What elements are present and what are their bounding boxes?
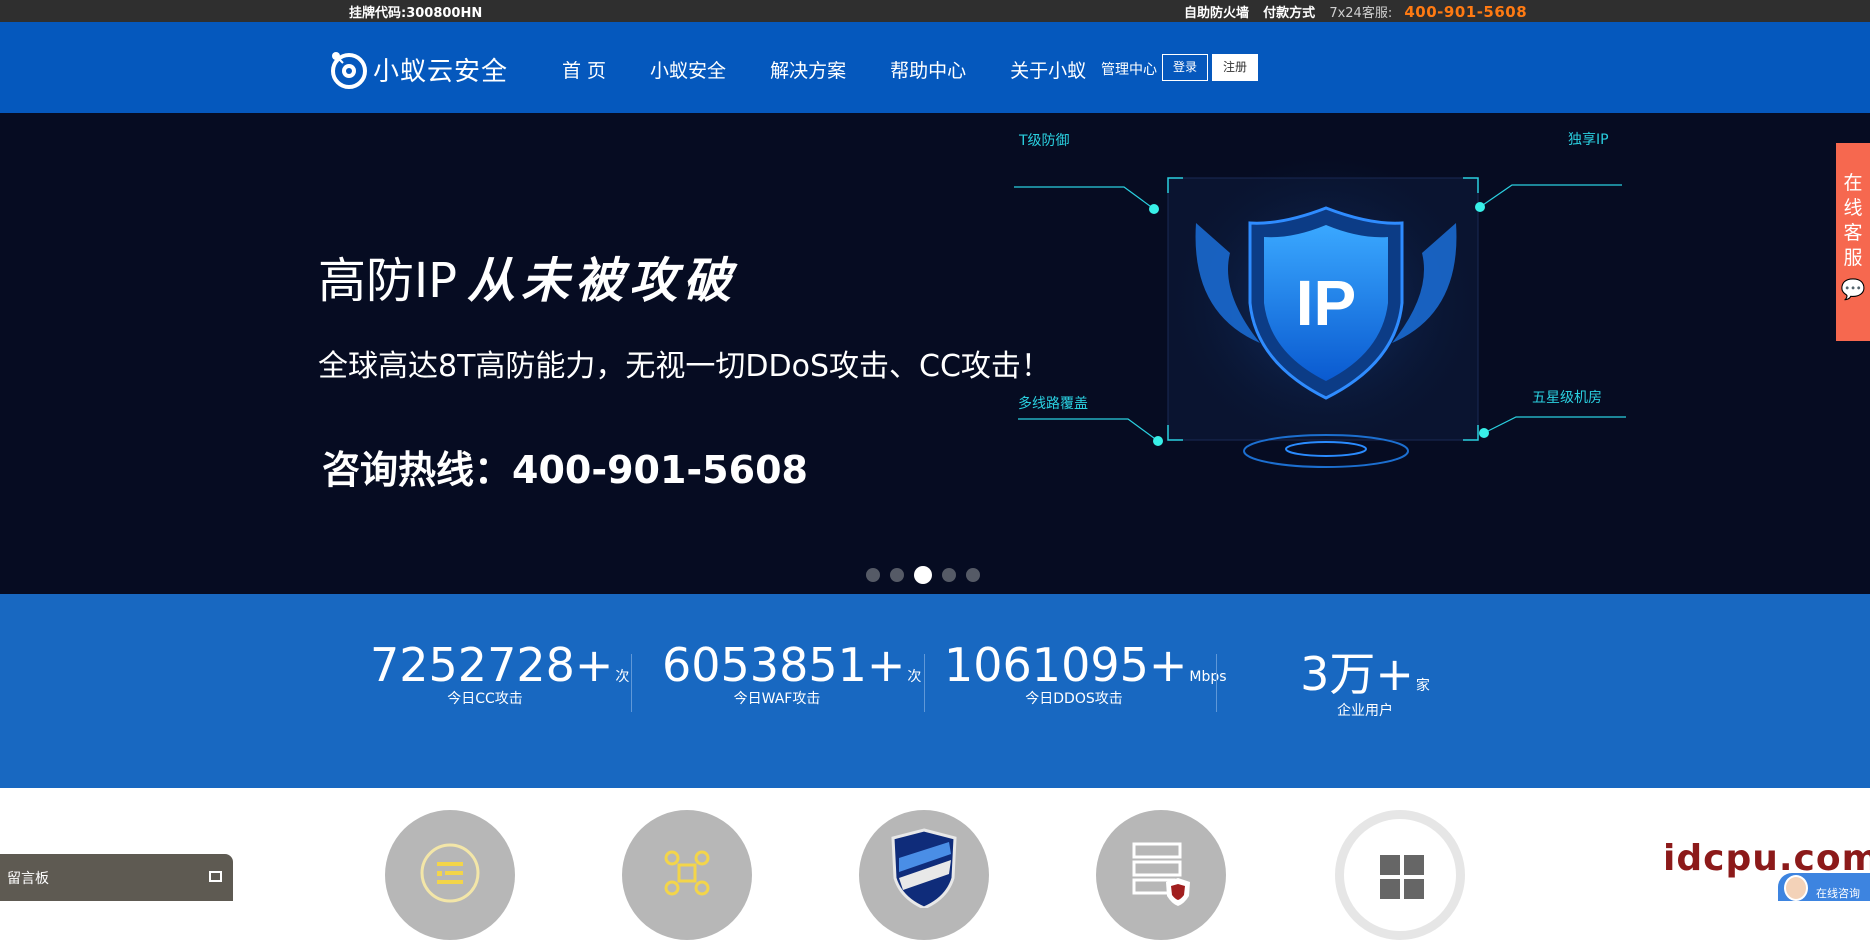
stat-ddos: 1061095+ Mbps 今日DDOS攻击 bbox=[944, 638, 1227, 708]
consult-label: 在线咨询 bbox=[1816, 887, 1860, 900]
feature-circle-4[interactable] bbox=[1096, 810, 1226, 940]
stat-waf-unit: 次 bbox=[907, 669, 922, 685]
stat-users-unit: 家 bbox=[1415, 678, 1430, 694]
menu: 首 页 小蚁安全 解决方案 帮助中心 关于小蚁 bbox=[562, 56, 1130, 83]
stat-users-value: 3万+ bbox=[1300, 647, 1414, 701]
slider-dot-2[interactable] bbox=[890, 568, 904, 582]
banner-title-script: 从未被攻破 bbox=[467, 253, 738, 309]
label-multiline: 多线路覆盖 bbox=[1018, 396, 1088, 412]
slider-dot-5[interactable] bbox=[966, 568, 980, 582]
service-label: 7x24客服: bbox=[1329, 6, 1393, 21]
nav-item-security[interactable]: 小蚁安全 bbox=[650, 56, 726, 83]
slider-dot-1[interactable] bbox=[866, 568, 880, 582]
nav-item-home[interactable]: 首 页 bbox=[562, 56, 606, 83]
register-button[interactable]: 注册 bbox=[1212, 54, 1258, 81]
shield-text: IP bbox=[1296, 267, 1356, 339]
stat-ddos-value: 1061095+ bbox=[944, 638, 1188, 692]
feature-circle-3[interactable] bbox=[859, 810, 989, 940]
stats-section: 7252728+ 次 今日CC攻击 6053851+ 次 今日WAF攻击 10610… bbox=[0, 594, 1870, 788]
feature-circle-1[interactable] bbox=[385, 810, 515, 940]
stat-cc-value: 7252728+ bbox=[370, 638, 614, 692]
slider-dot-3[interactable] bbox=[914, 566, 932, 584]
banner-title-main: 高防IP bbox=[318, 253, 458, 309]
nav-item-about[interactable]: 关于小蚁 bbox=[1010, 56, 1086, 83]
stock-code: 挂牌代码:300800HN bbox=[349, 6, 483, 21]
side-char-1: 在 bbox=[1843, 172, 1863, 194]
login-button[interactable]: 登录 bbox=[1162, 54, 1208, 81]
banner-hotline: 咨询热线：400-901-5608 bbox=[322, 448, 808, 492]
maximize-icon[interactable] bbox=[209, 871, 222, 882]
main-nav: 小蚁云安全 首 页 小蚁安全 解决方案 帮助中心 关于小蚁 管理中心 登录 注册 bbox=[0, 22, 1870, 113]
stat-divider bbox=[924, 654, 925, 712]
agent-avatar bbox=[1784, 875, 1808, 901]
feature-circle-2[interactable] bbox=[622, 810, 752, 940]
banner-title: 高防IP 从未被攻破 bbox=[318, 241, 737, 311]
list-document-icon bbox=[420, 843, 480, 903]
logo[interactable]: 小蚁云安全 bbox=[327, 48, 508, 90]
logo-text: 小蚁云安全 bbox=[373, 56, 509, 87]
stat-waf: 6053851+ 次 今日WAF攻击 bbox=[662, 638, 921, 708]
stat-users-label: 企业用户 bbox=[1337, 703, 1393, 719]
side-char-2: 线 bbox=[1843, 197, 1863, 219]
service-phone: 400-901-5608 bbox=[1404, 3, 1528, 21]
online-service-tab[interactable]: 在 线 客 服 💬 bbox=[1836, 143, 1870, 341]
label-t-defense: T级防御 bbox=[1019, 133, 1070, 149]
network-nodes-icon bbox=[664, 850, 710, 896]
logo-icon bbox=[331, 52, 367, 89]
message-board-label: 留言板 bbox=[7, 871, 49, 887]
feature-circle-5[interactable] bbox=[1335, 810, 1465, 940]
slider-dots bbox=[866, 566, 990, 584]
label-five-star: 五星级机房 bbox=[1532, 390, 1602, 406]
shield-illustration: IP bbox=[1014, 153, 1626, 468]
slider-dot-4[interactable] bbox=[942, 568, 956, 582]
striped-shield-icon bbox=[891, 828, 957, 908]
consult-widget[interactable]: 在线咨询 bbox=[1778, 873, 1870, 901]
label-exclusive-ip: 独享IP bbox=[1568, 132, 1609, 148]
side-char-4: 服 bbox=[1843, 247, 1863, 269]
banner-subtitle: 全球高达8T高防能力，无视一切DDoS攻击、CC攻击！ bbox=[318, 349, 1051, 384]
payment-link[interactable]: 付款方式 bbox=[1263, 6, 1315, 21]
stat-cc: 7252728+ 次 今日CC攻击 bbox=[370, 638, 629, 708]
firewall-link[interactable]: 自助防火墙 bbox=[1184, 6, 1249, 21]
hero-banner[interactable]: 高防IP 从未被攻破 全球高达8T高防能力，无视一切DDoS攻击、CC攻击！ 咨询… bbox=[0, 113, 1870, 594]
stat-divider bbox=[1216, 654, 1217, 712]
manage-center-link[interactable]: 管理中心 bbox=[1101, 59, 1157, 79]
side-char-3: 客 bbox=[1843, 222, 1863, 244]
nav-item-help[interactable]: 帮助中心 bbox=[890, 56, 966, 83]
stat-ddos-unit: Mbps bbox=[1189, 669, 1227, 685]
message-board[interactable]: 留言板 bbox=[0, 854, 233, 901]
feature-section bbox=[0, 788, 1870, 940]
top-links: 自助防火墙 付款方式 7x24客服: 400-901-5608 bbox=[1184, 2, 1527, 21]
stat-divider bbox=[631, 654, 632, 712]
top-bar: 挂牌代码:300800HN 自助防火墙 付款方式 7x24客服: 400-901… bbox=[0, 0, 1870, 22]
grid-apps-icon bbox=[1380, 855, 1424, 899]
stat-users: 3万+ 家 企业用户 bbox=[1260, 638, 1470, 720]
nav-item-solutions[interactable]: 解决方案 bbox=[770, 56, 846, 83]
stat-waf-value: 6053851+ bbox=[662, 638, 906, 692]
server-shield-icon bbox=[1132, 842, 1190, 906]
chat-bubble-icon: 💬 bbox=[1840, 277, 1866, 301]
stat-cc-unit: 次 bbox=[615, 669, 630, 685]
